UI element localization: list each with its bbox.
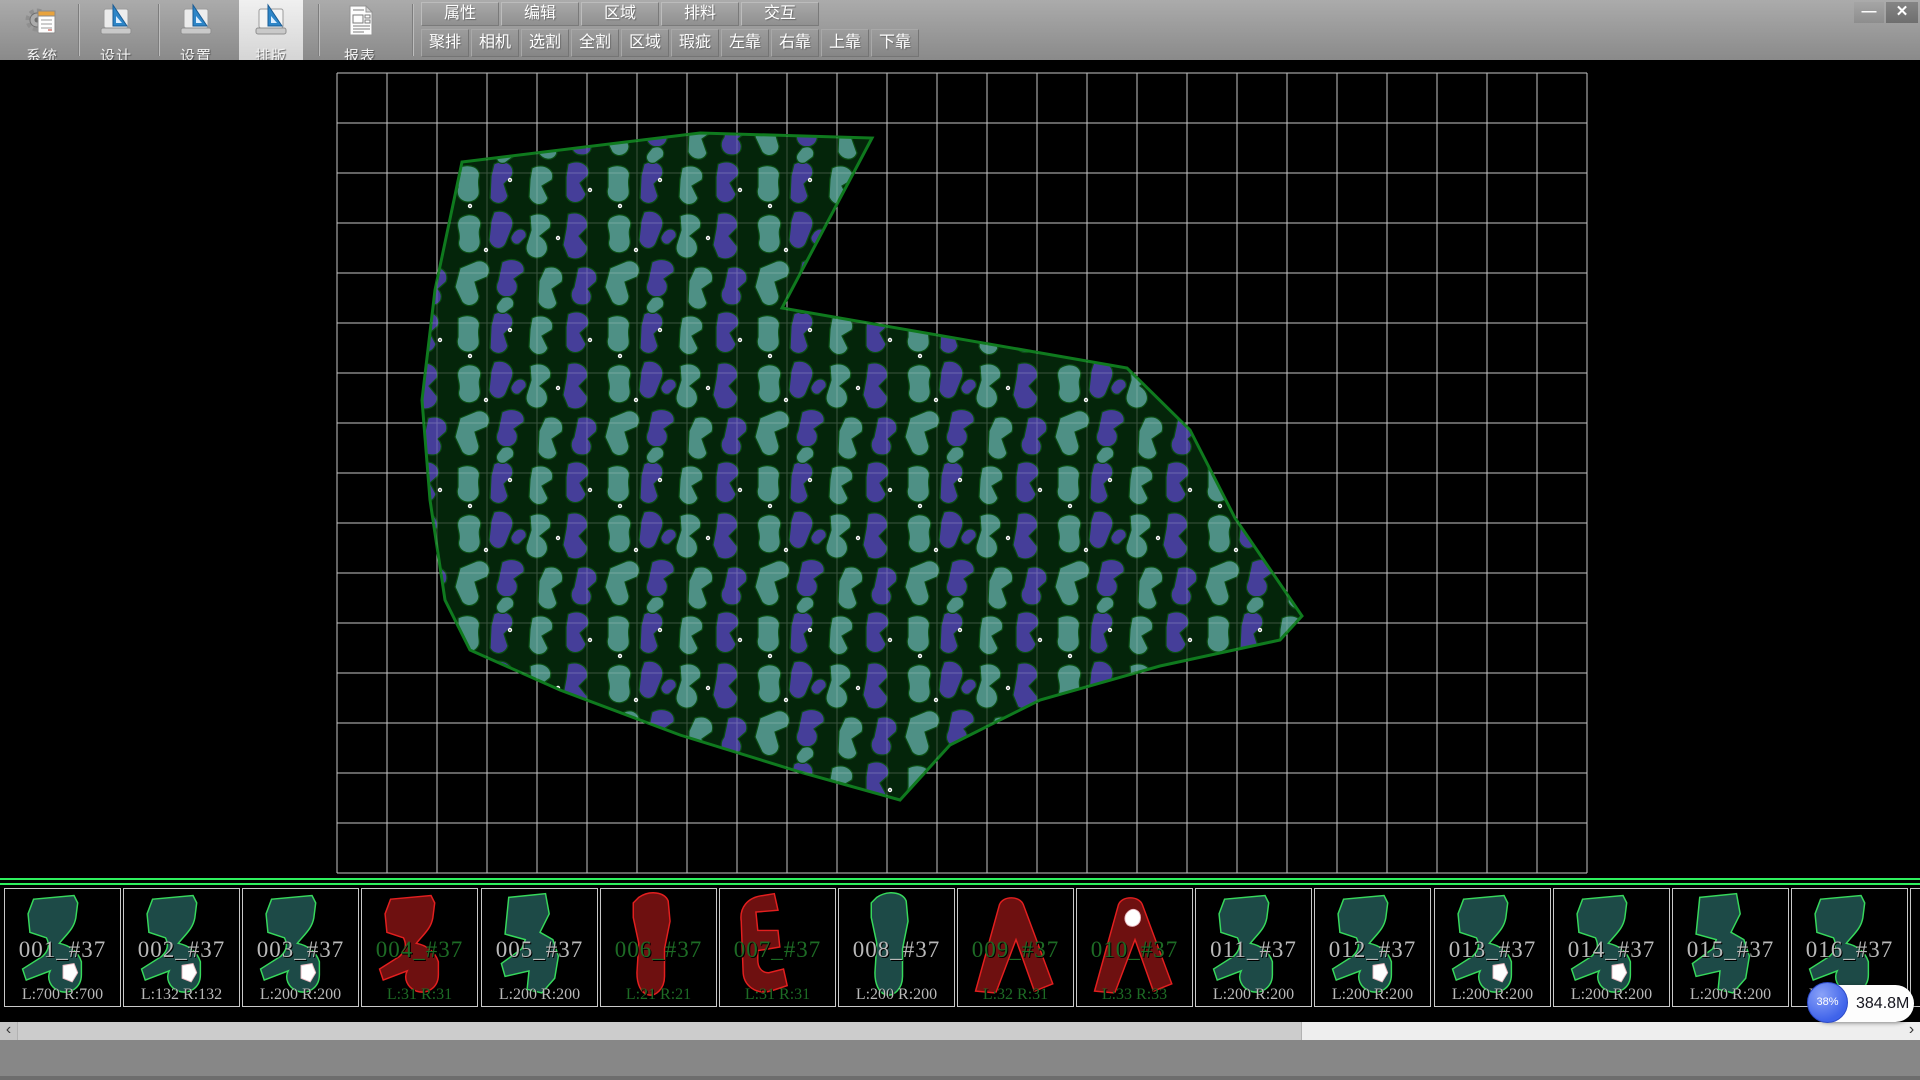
piece-count-label: L:200 R:200 <box>839 986 954 1004</box>
scrollbar-thumb[interactable] <box>17 1022 1302 1040</box>
piece-thumbnail-004_#37[interactable]: 004_#37 L:31 R:31 <box>361 888 478 1007</box>
menu-tab-5[interactable]: 交互 <box>741 2 819 26</box>
tool-button-6[interactable]: 瑕疵 <box>671 29 719 57</box>
tool-button-7[interactable]: 左靠 <box>721 29 769 57</box>
scroll-right-arrow-icon[interactable]: › <box>1903 1022 1920 1040</box>
piece-id-label: 015_#37 <box>1673 937 1788 963</box>
piece-thumbnail-006_#37[interactable]: 006_#37 L:21 R:21 <box>600 888 717 1007</box>
piece-thumbnail-014_#37[interactable]: 014_#37 L:200 R:200 <box>1553 888 1670 1007</box>
menu-tab-4[interactable]: 排料 <box>661 2 739 26</box>
minimize-button[interactable]: — <box>1854 2 1884 23</box>
tool-button-9[interactable]: 上靠 <box>821 29 869 57</box>
piece-count-label: L:200 R:200 <box>482 986 597 1004</box>
toolbar-separator <box>318 4 320 56</box>
piece-thumbnail-strip[interactable]: 001_#37L:700 R:700002_#37L:132 R:132003_… <box>0 878 1920 1022</box>
toolbar-button-nesting[interactable]: 排版 <box>239 0 303 60</box>
tool-button-8[interactable]: 右靠 <box>771 29 819 57</box>
piece-thumbnail-007_#37[interactable]: 007_#37 L:31 R:31 <box>719 888 836 1007</box>
tool-button-4[interactable]: 全割 <box>571 29 619 57</box>
piece-id-label: 005_#37 <box>482 937 597 963</box>
piece-thumbnail-005_#37[interactable]: 005_#37 L:200 R:200 <box>481 888 598 1007</box>
piece-id-label: 008_#37 <box>839 937 954 963</box>
piece-id-label: 011_#37 <box>1196 937 1311 963</box>
toolbar-button-system[interactable]: 系统 <box>10 0 74 60</box>
piece-thumbnail-partial[interactable] <box>1910 888 1920 1007</box>
toolbar-button-design[interactable]: 设计 <box>84 0 148 60</box>
piece-id-label: 013_#37 <box>1435 937 1550 963</box>
piece-count-label: L:21 R:21 <box>601 986 716 1004</box>
piece-id-label: 004_#37 <box>362 937 477 963</box>
piece-thumbnail-012_#37[interactable]: 012_#37 L:200 R:200 <box>1314 888 1431 1007</box>
status-footer <box>0 1040 1920 1080</box>
piece-id-label: 014_#37 <box>1554 937 1669 963</box>
scroll-left-arrow-icon[interactable]: ‹ <box>0 1022 17 1040</box>
piece-thumbnail-003_#37[interactable]: 003_#37 L:200 R:200 <box>242 888 359 1007</box>
piece-thumbnail-001_#37[interactable]: 001_#37 L:700 R:700 <box>4 888 121 1007</box>
piece-count-label: L:200 R:200 <box>1315 986 1430 1004</box>
piece-count-label: L:132 R:132 <box>124 986 239 1004</box>
piece-thumbnail-011_#37[interactable]: 011_#37 L:200 R:200 <box>1195 888 1312 1007</box>
piece-id-label: 001_#37 <box>5 937 120 963</box>
toolbar-button-settings[interactable]: 设置 <box>164 0 228 60</box>
piece-id-label: 007_#37 <box>720 937 835 963</box>
piece-thumbnail-002_#37[interactable]: 002_#37 L:132 R:132 <box>123 888 240 1007</box>
piece-count-label: L:200 R:200 <box>1673 986 1788 1004</box>
horizontal-scrollbar[interactable]: ‹ › <box>0 1022 1920 1040</box>
piece-thumbnail-008_#37[interactable]: 008_#37 L:200 R:200 <box>838 888 955 1007</box>
toolbar-separator <box>78 4 80 56</box>
memory-value: 384.8M <box>1856 985 1909 1022</box>
tool-button-1[interactable]: 聚排 <box>421 29 469 57</box>
settings-ruler-icon <box>178 3 214 44</box>
piece-id-label: 003_#37 <box>243 937 358 963</box>
menu-tab-3[interactable]: 区域 <box>581 2 659 26</box>
piece-id-label: 009_#37 <box>958 937 1073 963</box>
toolbar-separator <box>412 4 414 56</box>
piece-shape <box>1917 890 1920 1004</box>
piece-id-label: 016_#37 <box>1792 937 1907 963</box>
menu-tab-1[interactable]: 属性 <box>421 2 499 26</box>
system-gear-icon <box>24 3 60 44</box>
progress-percent-badge: 38% <box>1807 982 1848 1023</box>
toolbar-separator <box>158 4 160 56</box>
menu-tab-2[interactable]: 编辑 <box>501 2 579 26</box>
piece-count-label: L:33 R:33 <box>1077 986 1192 1004</box>
piece-count-label: L:32 R:31 <box>958 986 1073 1004</box>
piece-count-label: L:200 R:200 <box>1435 986 1550 1004</box>
toolbar-button-report[interactable]: 报表 <box>328 0 392 60</box>
piece-thumbnail-009_#37[interactable]: 009_#37 L:32 R:31 <box>957 888 1074 1007</box>
tool-button-2[interactable]: 相机 <box>471 29 519 57</box>
piece-id-label: 012_#37 <box>1315 937 1430 963</box>
close-button[interactable]: ✕ <box>1886 2 1918 23</box>
tool-button-5[interactable]: 区域 <box>621 29 669 57</box>
tool-button-10[interactable]: 下靠 <box>871 29 919 57</box>
piece-thumbnail-015_#37[interactable]: 015_#37 L:200 R:200 <box>1672 888 1789 1007</box>
nesting-ruler-icon <box>253 3 289 44</box>
piece-id-label: 006_#37 <box>601 937 716 963</box>
piece-count-label: L:700 R:700 <box>5 986 120 1004</box>
piece-id-label: 010_#37 <box>1077 937 1192 963</box>
piece-count-label: L:31 R:31 <box>720 986 835 1004</box>
piece-count-label: L:200 R:200 <box>1554 986 1669 1004</box>
piece-count-label: L:31 R:31 <box>362 986 477 1004</box>
strip-border-line <box>0 883 1920 885</box>
piece-count-label: L:200 R:200 <box>1196 986 1311 1004</box>
report-document-icon <box>342 3 378 44</box>
strip-border-line <box>0 878 1920 880</box>
nesting-canvas[interactable] <box>0 60 1920 878</box>
piece-id-label: 002_#37 <box>124 937 239 963</box>
title-bar[interactable]: 系统 设计 设置 <box>0 0 1920 60</box>
piece-count-label: L:200 R:200 <box>243 986 358 1004</box>
piece-thumbnail-010_#37[interactable]: 010_#37 L:33 R:33 <box>1076 888 1193 1007</box>
memory-badge: 38% 384.8M <box>1810 985 1914 1022</box>
piece-thumbnail-013_#37[interactable]: 013_#37 L:200 R:200 <box>1434 888 1551 1007</box>
design-ruler-icon <box>98 3 134 44</box>
application-window: 系统 设计 设置 <box>0 0 1920 1080</box>
tool-button-3[interactable]: 选割 <box>521 29 569 57</box>
